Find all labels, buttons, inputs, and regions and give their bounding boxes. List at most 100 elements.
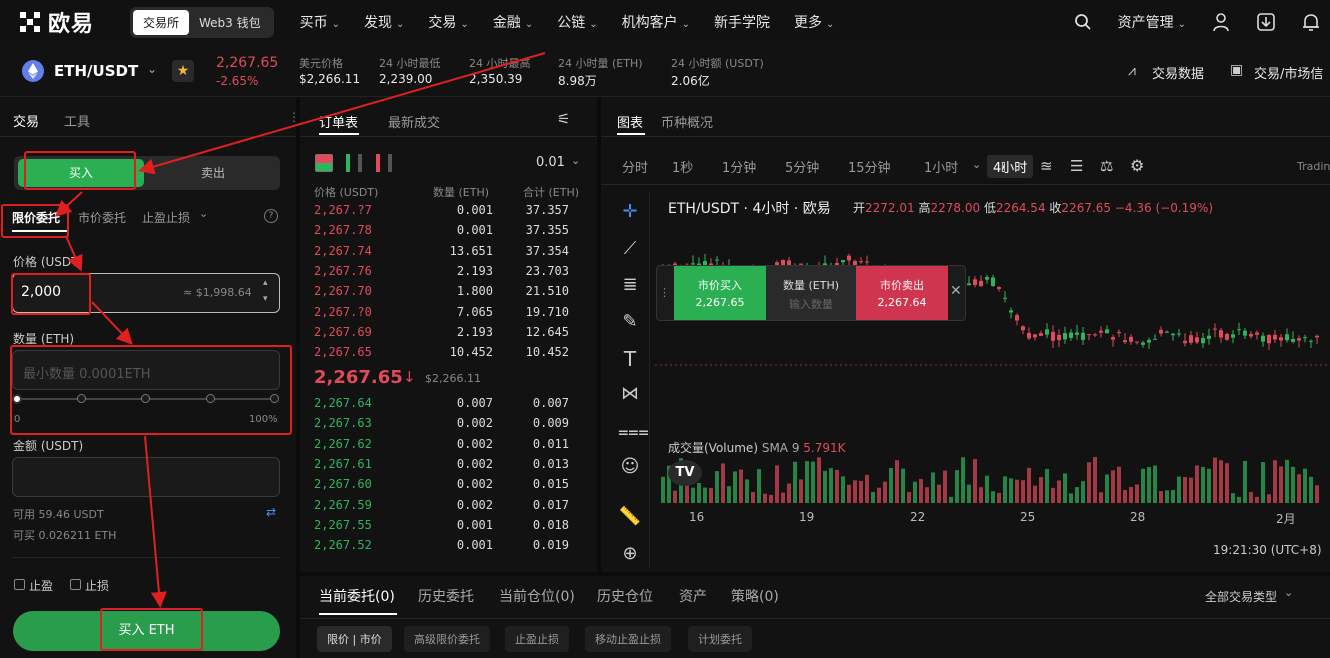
mode-web3-tab[interactable]: Web3 钱包 bbox=[189, 10, 271, 35]
ruler-icon[interactable]: 📏 bbox=[618, 506, 642, 530]
tab-trade[interactable]: 交易 bbox=[13, 111, 39, 130]
search-icon[interactable] bbox=[1074, 13, 1092, 31]
logo[interactable]: 欧易 bbox=[18, 6, 118, 38]
order-type-market[interactable]: 市价委托 bbox=[78, 209, 126, 226]
balance-icon[interactable]: ⚖ bbox=[1100, 157, 1113, 175]
bid-row[interactable]: 2,267.55 0.001 0.018 bbox=[300, 516, 585, 536]
bid-row[interactable]: 2,267.61 0.002 0.013 bbox=[300, 455, 585, 475]
bid-row[interactable]: 2,267.60 0.002 0.015 bbox=[300, 475, 585, 495]
orders-tab-4[interactable]: 资产 bbox=[679, 586, 707, 606]
nav-item-institutional[interactable]: 机构客户 ⌄ bbox=[622, 12, 690, 32]
close-icon[interactable]: ✕ bbox=[950, 283, 962, 299]
interval-0[interactable]: 分时 bbox=[622, 157, 648, 176]
precision-select[interactable]: 0.01 bbox=[536, 155, 565, 170]
book-view-bids-icon[interactable] bbox=[346, 154, 362, 172]
indicator-icon[interactable]: ≊ bbox=[1040, 157, 1053, 175]
drag-handle-icon[interactable]: ⋮ bbox=[659, 286, 670, 299]
nav-item-finance[interactable]: 金融 ⌄ bbox=[493, 12, 533, 32]
mode-exchange-tab[interactable]: 交易所 bbox=[133, 9, 190, 35]
interval-1[interactable]: 1秒 bbox=[672, 157, 693, 176]
stop-loss-checkbox[interactable] bbox=[70, 579, 81, 590]
tab-latest-trades[interactable]: 最新成交 bbox=[388, 112, 440, 131]
candle-type-icon[interactable]: ⫾ bbox=[1001, 157, 1006, 175]
zoom-in-icon[interactable]: ⊕ bbox=[618, 543, 642, 567]
orders-tab-2[interactable]: 当前仓位(0) bbox=[499, 586, 575, 606]
trade-data-link[interactable]: 交易数据 bbox=[1152, 63, 1204, 82]
trendline-icon[interactable]: ⟋ bbox=[618, 238, 642, 262]
bid-row[interactable]: 2,267.52 0.001 0.019 bbox=[300, 536, 585, 556]
ask-row[interactable]: 2,267.74 13.651 37.354 bbox=[300, 242, 585, 262]
order-subtype-0[interactable]: 限价 | 市价 bbox=[317, 626, 392, 652]
sell-tab[interactable]: 卖出 bbox=[150, 159, 276, 187]
interval-4[interactable]: 15分钟 bbox=[848, 157, 891, 176]
book-view-asks-icon[interactable] bbox=[376, 154, 392, 172]
order-type-filter[interactable]: 全部交易类型 bbox=[1205, 588, 1277, 605]
pair-dropdown-icon[interactable]: ⌄ bbox=[147, 62, 157, 76]
orders-tab-5[interactable]: 策略(0) bbox=[731, 586, 779, 606]
market-buy-button[interactable]: 市价买入 2,267.65 bbox=[674, 266, 766, 320]
quick-qty-input[interactable]: 数量 (ETH) 输入数量 bbox=[766, 266, 856, 320]
interval-2[interactable]: 1分钟 bbox=[722, 157, 756, 176]
bid-row[interactable]: 2,267.63 0.002 0.009 bbox=[300, 414, 585, 434]
download-icon[interactable] bbox=[1256, 12, 1276, 32]
bid-row[interactable]: 2,267.64 0.007 0.007 bbox=[300, 394, 585, 414]
chevron-down-icon[interactable]: ⌄ bbox=[972, 158, 981, 171]
order-subtype-4[interactable]: 计划委托 bbox=[688, 626, 752, 652]
bell-icon[interactable] bbox=[1302, 12, 1320, 32]
chevron-down-icon[interactable]: ⌄ bbox=[571, 154, 580, 167]
order-subtype-1[interactable]: 高级限价委托 bbox=[404, 626, 490, 652]
take-profit-checkbox[interactable] bbox=[14, 579, 25, 590]
crosshair-icon[interactable]: ✛ bbox=[618, 201, 642, 225]
market-sell-button[interactable]: 市价卖出 2,267.64 bbox=[856, 266, 948, 320]
transfer-icon[interactable]: ⇄ bbox=[266, 505, 276, 519]
text-tool-icon[interactable]: T bbox=[618, 347, 642, 371]
bid-row[interactable]: 2,267.59 0.002 0.017 bbox=[300, 496, 585, 516]
ask-row[interactable]: 2,267.78 0.001 37.355 bbox=[300, 221, 585, 241]
chevron-down-icon[interactable]: ⌄ bbox=[199, 207, 208, 220]
trading-view-label[interactable]: Tradin bbox=[1297, 160, 1330, 173]
candlestick-chart[interactable] bbox=[655, 215, 1330, 515]
order-subtype-3[interactable]: 移动止盈止损 bbox=[585, 626, 671, 652]
tab-chart[interactable]: 图表 bbox=[617, 112, 643, 131]
nav-item-discover[interactable]: 发现 ⌄ bbox=[364, 12, 404, 32]
bid-row[interactable]: 2,267.62 0.002 0.011 bbox=[300, 435, 585, 455]
nav-item-chains[interactable]: 公链 ⌄ bbox=[557, 12, 597, 32]
tab-order-book[interactable]: 订单表 bbox=[319, 112, 358, 131]
favorite-star-icon[interactable]: ★ bbox=[172, 60, 194, 82]
ask-row[interactable]: 2,267.69 2.193 12.645 bbox=[300, 323, 585, 343]
interval-5[interactable]: 1小时 bbox=[924, 157, 958, 176]
asset-management-menu[interactable]: 资产管理 ⌄ bbox=[1118, 12, 1186, 32]
drag-handle-icon[interactable]: ⋮ bbox=[288, 110, 300, 124]
order-subtype-2[interactable]: 止盈止损 bbox=[505, 626, 569, 652]
ask-row[interactable]: 2,267.?7 0.001 37.357 bbox=[300, 201, 585, 221]
ask-row[interactable]: 2,267.65 10.452 10.452 bbox=[300, 343, 585, 363]
order-type-tpsl[interactable]: 止盈止损 bbox=[142, 209, 190, 226]
book-view-both-icon[interactable] bbox=[315, 154, 333, 172]
interval-6[interactable]: 4小时 bbox=[987, 155, 1034, 178]
orders-tab-1[interactable]: 历史委托 bbox=[418, 586, 474, 606]
interval-3[interactable]: 5分钟 bbox=[785, 157, 819, 176]
emoji-icon[interactable]: ☺ bbox=[618, 456, 642, 480]
fib-lines-icon[interactable]: ≣ bbox=[618, 274, 642, 298]
list-icon[interactable]: ☰ bbox=[1070, 157, 1083, 175]
orders-tab-0[interactable]: 当前委托(0) bbox=[319, 586, 395, 606]
chevron-down-icon[interactable]: ⌄ bbox=[1284, 586, 1293, 599]
tab-tools[interactable]: 工具 bbox=[64, 111, 90, 130]
user-icon[interactable] bbox=[1212, 12, 1230, 32]
increment-icon[interactable]: ▴ bbox=[263, 278, 268, 288]
tradingview-logo-icon[interactable]: TV bbox=[668, 460, 702, 486]
nav-item-trade[interactable]: 交易 ⌄ bbox=[428, 12, 468, 32]
nav-item-buy-crypto[interactable]: 买币 ⌄ bbox=[300, 12, 340, 32]
ask-row[interactable]: 2,267.?0 7.065 19.710 bbox=[300, 303, 585, 323]
settings-sliders-icon[interactable]: ⚟ bbox=[557, 110, 570, 128]
help-icon[interactable]: ? bbox=[264, 209, 278, 223]
ask-row[interactable]: 2,267.70 1.800 21.510 bbox=[300, 282, 585, 302]
orders-tab-3[interactable]: 历史仓位 bbox=[597, 586, 653, 606]
pair-name[interactable]: ETH/USDT bbox=[54, 62, 138, 80]
ask-row[interactable]: 2,267.76 2.193 23.703 bbox=[300, 262, 585, 282]
amount-input[interactable] bbox=[12, 457, 280, 497]
chart-settings-icon[interactable]: ⚙ bbox=[1130, 156, 1144, 175]
tab-coin-overview[interactable]: 币种概况 bbox=[661, 112, 713, 131]
decrement-icon[interactable]: ▾ bbox=[263, 294, 268, 304]
pattern-icon[interactable]: ⋈ bbox=[618, 383, 642, 407]
